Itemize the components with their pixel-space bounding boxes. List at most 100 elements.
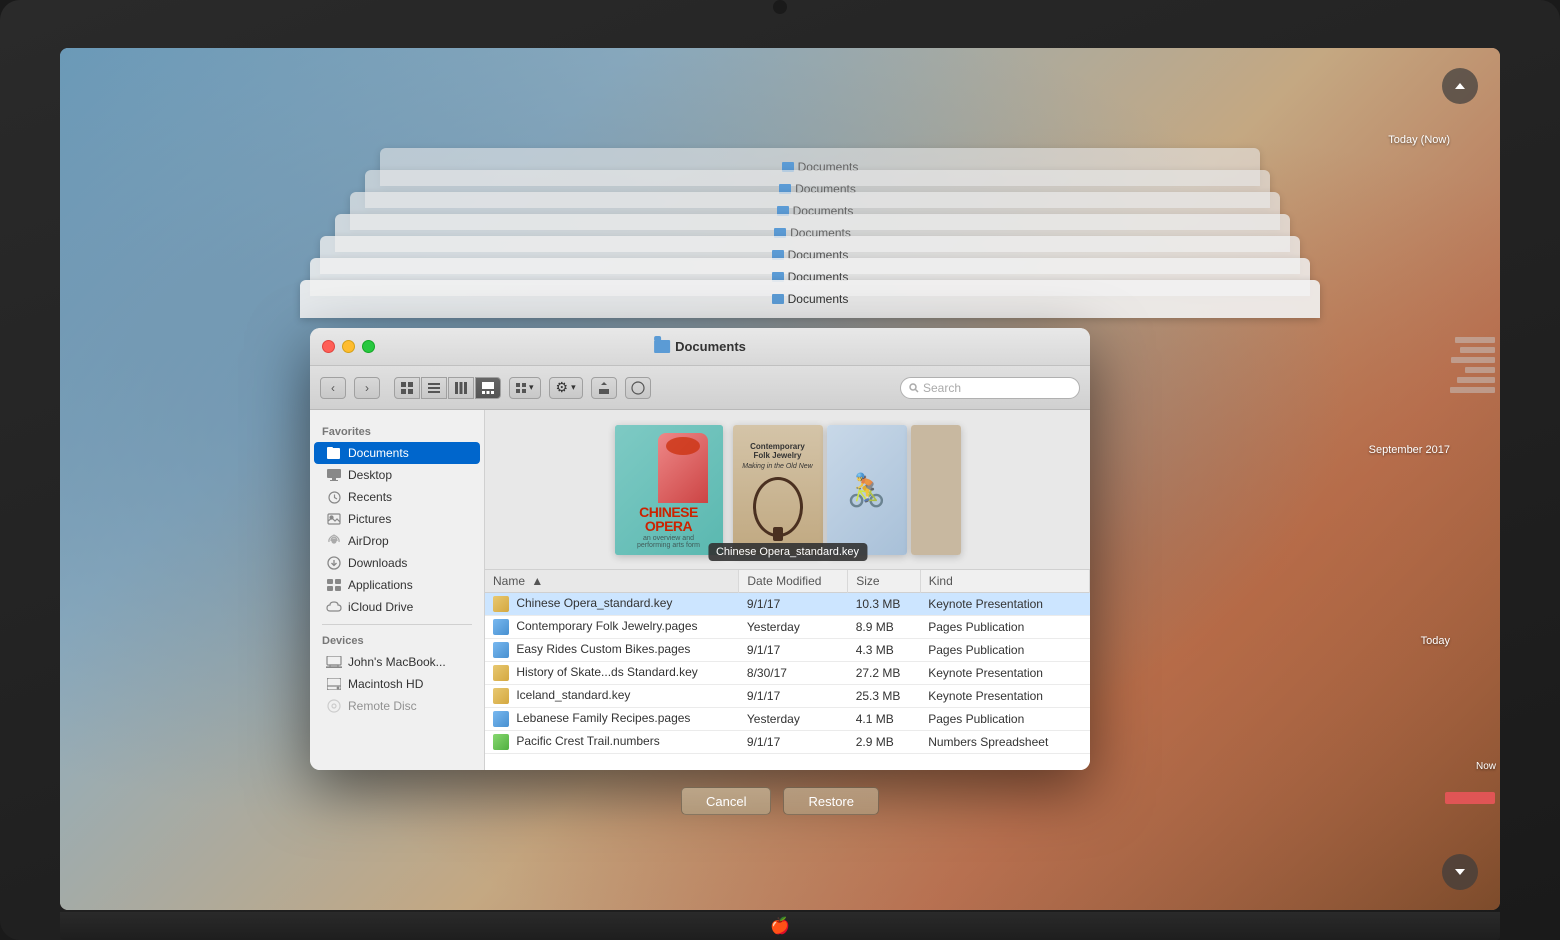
sidebar-label-desktop: Desktop [348,468,392,482]
pages-icon [493,711,509,727]
airdrop-icon [326,533,342,549]
devices-header: Devices [310,631,484,651]
file-name-cell: Easy Rides Custom Bikes.pages [485,639,739,662]
tm-bar [1450,387,1495,393]
search-box[interactable]: Search [900,377,1080,399]
sidebar-item-hd[interactable]: Macintosh HD [314,673,480,695]
sidebar-label-applications: Applications [348,578,413,592]
preview-area: CHINESE OPERA an overview andperforming … [485,410,1090,570]
sidebar-item-recents[interactable]: Recents [314,486,480,508]
downloads-icon [326,555,342,571]
sidebar-item-desktop[interactable]: Desktop [314,464,480,486]
back-button[interactable]: ‹ [320,377,346,399]
file-modified-cell: Yesterday [739,616,848,639]
file-kind-cell: Numbers Spreadsheet [920,731,1089,754]
table-row[interactable]: Pacific Crest Trail.numbers 9/1/17 2.9 M… [485,731,1090,754]
table-row[interactable]: Chinese Opera_standard.key 9/1/17 10.3 M… [485,593,1090,616]
file-kind-cell: Keynote Presentation [920,593,1089,616]
file-kind-cell: Pages Publication [920,708,1089,731]
table-row[interactable]: History of Skate...ds Standard.key 8/30/… [485,662,1090,685]
keynote-icon [493,688,509,704]
file-modified-cell: 9/1/17 [739,593,848,616]
stacked-window-2: Documents [300,280,1320,318]
action-button[interactable]: ⚙ ▾ [549,377,583,399]
sidebar-label-downloads: Downloads [348,556,407,570]
sidebar-item-macbook[interactable]: John's MacBook... [314,651,480,673]
sidebar-item-remote[interactable]: Remote Disc [314,695,480,717]
table-row[interactable]: Lebanese Family Recipes.pages Yesterday … [485,708,1090,731]
table-row[interactable]: Easy Rides Custom Bikes.pages 9/1/17 4.3… [485,639,1090,662]
fullscreen-button[interactable] [362,340,375,353]
gallery-view-button[interactable] [475,377,501,399]
col-modified[interactable]: Date Modified [739,570,848,593]
list-view-button[interactable] [421,377,447,399]
sidebar-label-recents: Recents [348,490,392,504]
file-area: CHINESE OPERA an overview andperforming … [485,410,1090,770]
time-machine-up-button[interactable] [1442,68,1478,104]
arrange-button[interactable]: ▾ [509,377,541,399]
view-buttons [394,377,501,399]
window-title-area: Documents [654,339,746,354]
file-table-body: Chinese Opera_standard.key 9/1/17 10.3 M… [485,593,1090,754]
pictures-icon [326,511,342,527]
sidebar-item-pictures[interactable]: Pictures [314,508,480,530]
file-size-cell: 27.2 MB [848,662,921,685]
col-name[interactable]: Name ▲ [485,570,739,593]
cancel-button[interactable]: Cancel [681,787,771,815]
file-name-cell: Contemporary Folk Jewelry.pages [485,616,739,639]
sidebar-label-hd: Macintosh HD [348,677,423,691]
documents-icon [326,445,342,461]
camera-notch [773,0,787,14]
bottom-bezel: 🍎 [60,912,1500,940]
file-size-cell: 10.3 MB [848,593,921,616]
preview-thumb-partial[interactable] [911,425,961,555]
column-view-button[interactable] [448,377,474,399]
sidebar-item-applications[interactable]: Applications [314,574,480,596]
favorites-header: Favorites [310,422,484,442]
time-machine-down-button[interactable] [1442,854,1478,890]
folder-icon [654,340,670,353]
file-list-container: Name ▲ Date Modified Size Kind [485,570,1090,754]
sidebar: Favorites Documents Desktop [310,410,485,770]
sidebar-divider [322,624,472,625]
sidebar-item-downloads[interactable]: Downloads [314,552,480,574]
file-size-cell: 4.1 MB [848,708,921,731]
time-machine-bars [1450,337,1495,393]
sidebar-label-remote: Remote Disc [348,699,417,713]
screen: Documents Documents Documents [60,48,1500,910]
file-name-cell: History of Skate...ds Standard.key [485,662,739,685]
preview-thumb-bikes[interactable]: 🚴 [827,425,907,555]
icloud-icon [326,599,342,615]
desktop-icon [326,467,342,483]
bottom-buttons: Cancel Restore [681,787,879,815]
forward-button[interactable]: › [354,377,380,399]
time-machine-now-bar [1445,792,1495,804]
col-kind[interactable]: Kind [920,570,1089,593]
hd-icon [326,676,342,692]
remote-disc-icon [326,698,342,714]
table-row[interactable]: Iceland_standard.key 9/1/17 25.3 MB Keyn… [485,685,1090,708]
file-kind-cell: Pages Publication [920,616,1089,639]
col-size[interactable]: Size [848,570,921,593]
numbers-icon [493,734,509,750]
file-size-cell: 2.9 MB [848,731,921,754]
share-button[interactable] [591,377,617,399]
tag-button[interactable] [625,377,651,399]
preview-thumb-opera[interactable]: CHINESE OPERA an overview andperforming … [615,425,723,555]
sidebar-item-icloud[interactable]: iCloud Drive [314,596,480,618]
sidebar-label-airdrop: AirDrop [348,534,389,548]
preview-thumb-jewelry[interactable]: ContemporaryFolk JewelryMaking in the Ol… [733,425,823,555]
tm-bar [1460,347,1495,353]
time-machine-september-label: September 2017 [1369,444,1450,456]
table-row[interactable]: Contemporary Folk Jewelry.pages Yesterda… [485,616,1090,639]
sidebar-item-airdrop[interactable]: AirDrop [314,530,480,552]
tm-bar [1451,357,1495,363]
apple-logo: 🍎 [770,916,790,936]
sidebar-item-documents[interactable]: Documents [314,442,480,464]
restore-button[interactable]: Restore [783,787,879,815]
minimize-button[interactable] [342,340,355,353]
icon-view-button[interactable] [394,377,420,399]
file-kind-cell: Pages Publication [920,639,1089,662]
finder-window: Documents ‹ › [310,328,1090,770]
close-button[interactable] [322,340,335,353]
